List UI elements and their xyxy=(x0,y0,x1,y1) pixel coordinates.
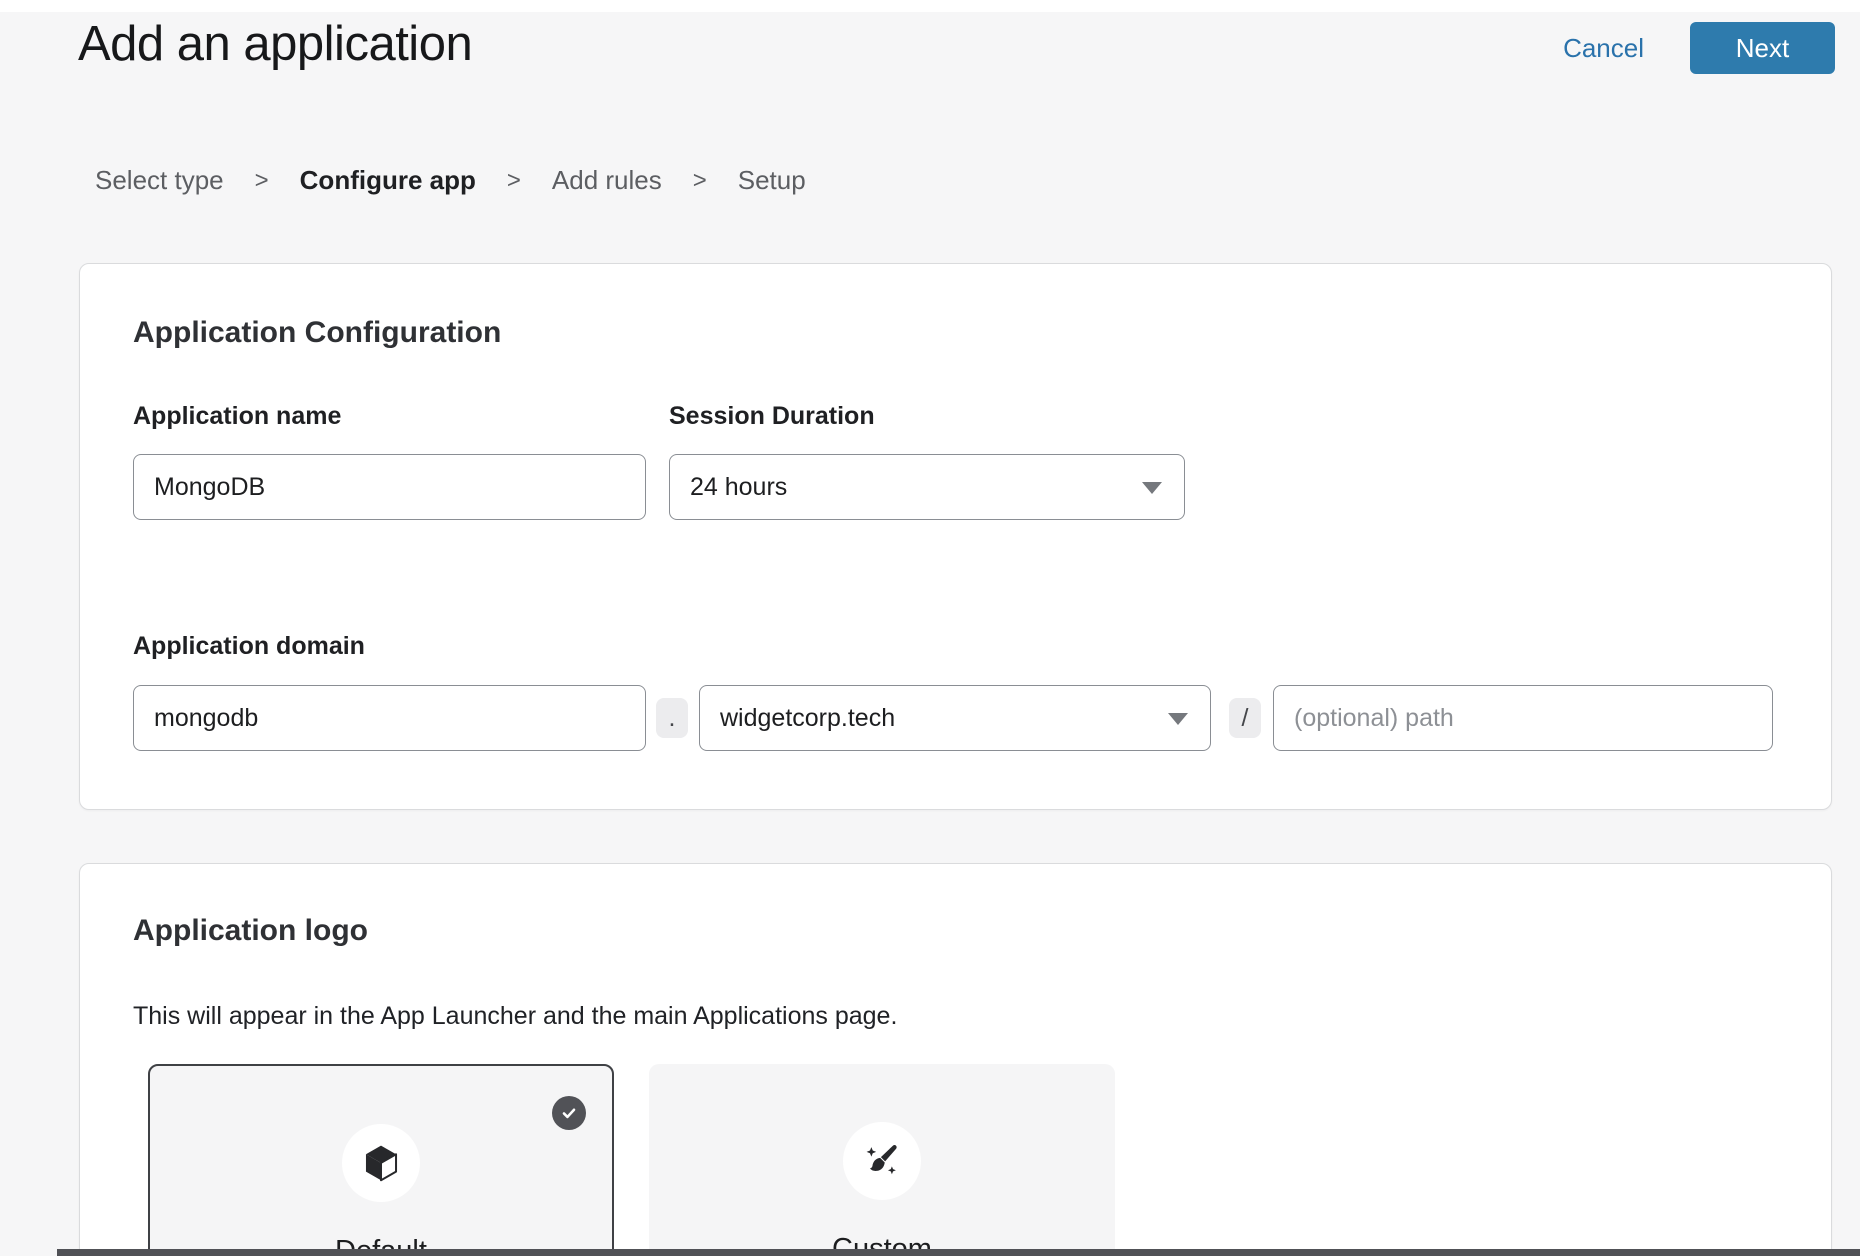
header-actions: Cancel Next xyxy=(1563,22,1835,74)
slash-separator: / xyxy=(1229,698,1261,738)
page-title: Add an application xyxy=(78,16,472,72)
selected-check-icon xyxy=(552,1096,586,1130)
bottom-window-edge xyxy=(57,1249,1860,1256)
subdomain-input[interactable] xyxy=(133,685,646,751)
chevron-down-icon xyxy=(1168,713,1188,725)
application-domain-row: . widgetcorp.tech / xyxy=(133,685,1773,751)
logo-option-default[interactable]: Default xyxy=(148,1064,614,1256)
application-domain-label: Application domain xyxy=(133,632,365,661)
application-logo-description: This will appear in the App Launcher and… xyxy=(133,1002,897,1031)
application-name-input[interactable] xyxy=(133,454,646,520)
breadcrumb-separator: > xyxy=(507,167,521,195)
breadcrumb-step-configure-app[interactable]: Configure app xyxy=(300,165,476,196)
breadcrumb-separator: > xyxy=(255,167,269,195)
window-top-strip xyxy=(0,0,1860,12)
domain-value: widgetcorp.tech xyxy=(720,704,895,733)
session-duration-label: Session Duration xyxy=(669,402,875,431)
logo-option-custom[interactable]: Custom xyxy=(649,1064,1115,1256)
application-name-label: Application name xyxy=(133,402,341,431)
session-duration-value: 24 hours xyxy=(690,473,787,502)
breadcrumb-step-setup[interactable]: Setup xyxy=(738,165,806,196)
application-configuration-card: Application Configuration Application na… xyxy=(79,263,1832,810)
application-configuration-heading: Application Configuration xyxy=(133,316,501,350)
cube-icon xyxy=(342,1124,420,1202)
dot-separator: . xyxy=(656,698,688,738)
paintbrush-icon xyxy=(843,1122,921,1200)
breadcrumb-separator: > xyxy=(693,167,707,195)
logo-option-tiles: Default Custom xyxy=(148,1064,1115,1256)
breadcrumb: Select type > Configure app > Add rules … xyxy=(95,165,806,196)
next-button[interactable]: Next xyxy=(1690,22,1835,74)
cancel-button[interactable]: Cancel xyxy=(1563,33,1644,64)
chevron-down-icon xyxy=(1142,482,1162,494)
application-logo-card: Application logo This will appear in the… xyxy=(79,863,1832,1256)
application-logo-heading: Application logo xyxy=(133,914,368,948)
domain-select[interactable]: widgetcorp.tech xyxy=(699,685,1211,751)
breadcrumb-step-select-type[interactable]: Select type xyxy=(95,165,224,196)
session-duration-select[interactable]: 24 hours xyxy=(669,454,1185,520)
breadcrumb-step-add-rules[interactable]: Add rules xyxy=(552,165,662,196)
path-input[interactable] xyxy=(1273,685,1773,751)
